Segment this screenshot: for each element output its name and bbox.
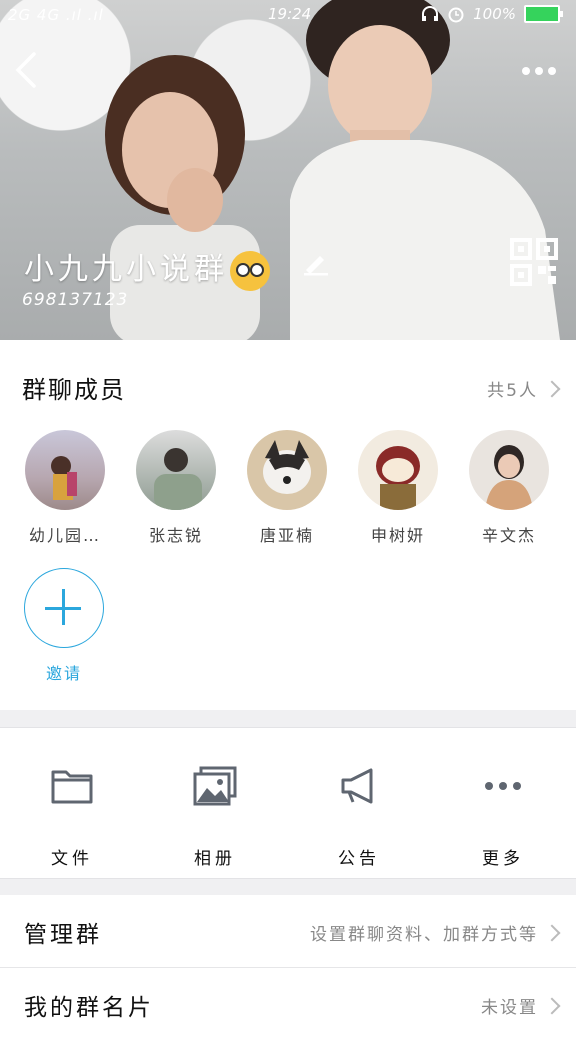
photo-album-icon <box>193 766 237 806</box>
qr-code-icon[interactable] <box>510 238 558 286</box>
avatar <box>469 430 549 510</box>
back-arrow-icon[interactable] <box>12 50 42 90</box>
member-name: 唐亚楠 <box>259 526 314 545</box>
plus-icon <box>24 568 104 648</box>
megaphone-icon <box>341 768 373 804</box>
members-section: 群聊成员 共5人 幼儿园… 张志锐 唐亚楠 申树妍 辛文杰 邀请 <box>0 340 576 710</box>
signal-indicator: 2G 4G .ıl .ıl <box>8 6 104 24</box>
files-label: 文件 <box>51 849 93 869</box>
more-options-icon[interactable] <box>522 60 562 80</box>
group-id: 698137123 <box>22 290 129 310</box>
group-header: 2G 4G .ıl .ıl 19:24 100% 小九九小说群 69813712… <box>0 0 576 340</box>
clock: 19:24 <box>268 5 312 23</box>
chevron-right-icon <box>543 924 561 941</box>
notice-label: 公告 <box>338 849 380 869</box>
battery-icon <box>524 5 563 23</box>
avatar <box>25 430 105 510</box>
battery-percent: 100% <box>473 5 516 23</box>
flushed-face-emoji-icon <box>230 250 270 291</box>
member-item[interactable]: 申树妍 <box>348 430 448 546</box>
status-right: 100% <box>421 5 563 23</box>
folder-icon <box>51 770 93 804</box>
member-name: 张志锐 <box>148 526 203 545</box>
member-item[interactable]: 张志锐 <box>126 430 226 546</box>
invite-label: 邀请 <box>45 664 82 683</box>
my-group-card-row[interactable]: 我的群名片 未设置 <box>0 968 576 1040</box>
invite-button[interactable]: 邀请 <box>24 568 104 684</box>
members-count: 共5人 <box>487 381 538 401</box>
more-button[interactable]: 更多 <box>453 766 553 869</box>
avatar <box>358 430 438 510</box>
avatar <box>136 430 216 510</box>
files-button[interactable]: 文件 <box>22 766 122 869</box>
member-name: 申树妍 <box>370 526 425 545</box>
member-item[interactable]: 幼儿园… <box>15 430 115 546</box>
album-label: 相册 <box>194 849 236 869</box>
member-item[interactable]: 辛文杰 <box>459 430 559 546</box>
my-group-card-value-wrap: 未设置 <box>481 993 561 1018</box>
group-name: 小九九小说群 <box>24 244 270 291</box>
manage-group-row[interactable]: 管理群 设置群聊资料、加群方式等 <box>0 895 576 967</box>
chevron-right-icon <box>543 997 561 1014</box>
avatar <box>247 430 327 510</box>
member-name: 辛文杰 <box>481 526 536 545</box>
more-icon <box>485 782 521 790</box>
headphones-icon <box>422 6 439 21</box>
alarm-icon <box>448 7 464 23</box>
notice-button[interactable]: 公告 <box>309 766 409 869</box>
my-group-card-value: 未设置 <box>481 998 538 1018</box>
manage-group-label: 管理群 <box>24 922 102 948</box>
members-count-link[interactable]: 共5人 <box>487 376 561 401</box>
more-label: 更多 <box>482 849 524 869</box>
my-group-card-label: 我的群名片 <box>24 995 154 1021</box>
member-name: 幼儿园… <box>28 526 101 545</box>
member-item[interactable]: 唐亚楠 <box>237 430 337 546</box>
manage-group-value: 设置群聊资料、加群方式等 <box>310 925 538 945</box>
quick-actions: 文件 相册 公告 更多 <box>0 727 576 879</box>
album-button[interactable]: 相册 <box>165 766 265 869</box>
edit-pencil-icon[interactable] <box>302 248 330 276</box>
members-title: 群聊成员 <box>22 376 126 404</box>
status-bar: 2G 4G .ıl .ıl 19:24 100% <box>0 0 576 30</box>
group-name-text: 小九九小说群 <box>24 252 228 287</box>
chevron-right-icon <box>543 380 561 397</box>
manage-group-value-wrap: 设置群聊资料、加群方式等 <box>310 920 561 945</box>
